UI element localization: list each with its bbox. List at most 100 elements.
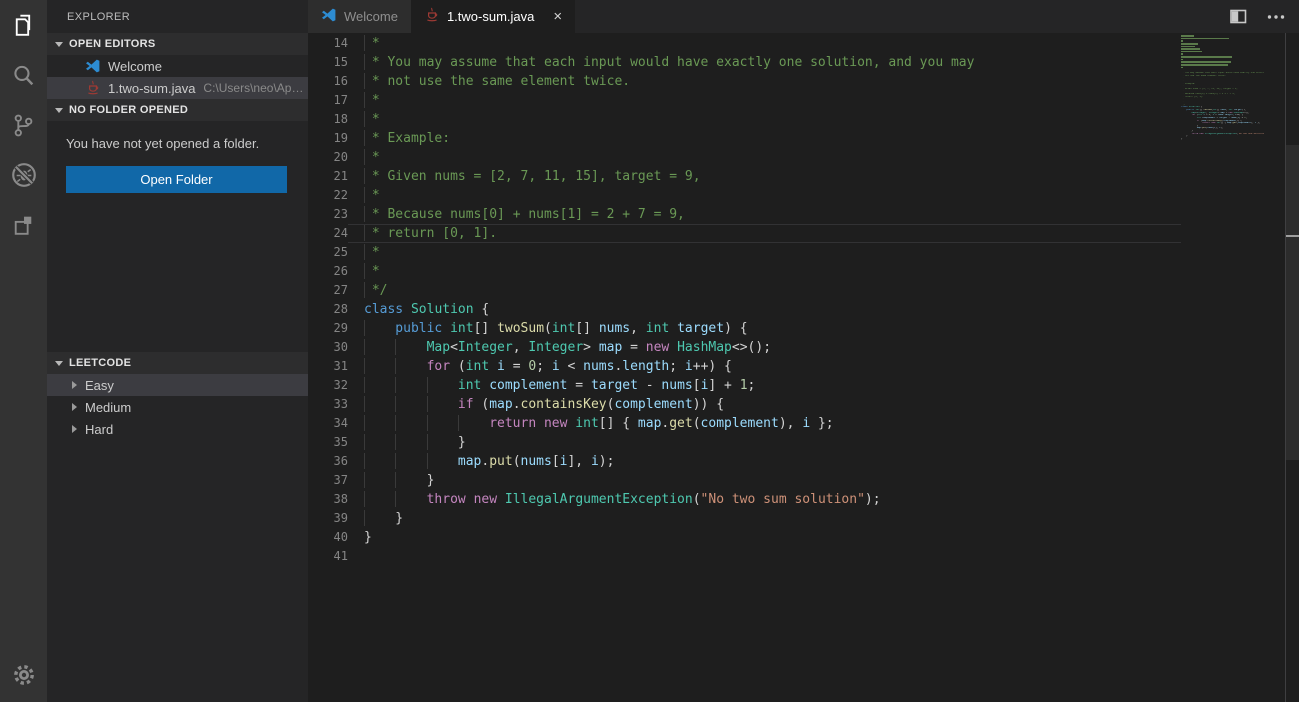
- tab-bar: Welcome 1.two-sum.java ×: [308, 0, 1299, 33]
- line-number: 26: [308, 262, 348, 281]
- tab-label: Welcome: [344, 9, 398, 24]
- line-number: 19: [308, 129, 348, 148]
- minimap-line: [1181, 67, 1183, 69]
- minimap-line: [1181, 64, 1228, 66]
- editor-body: 14*15* You may assume that each input wo…: [308, 33, 1299, 702]
- no-folder-message: You have not yet opened a folder.: [66, 136, 289, 151]
- minimap-line: [1181, 56, 1232, 58]
- line-number: 16: [308, 72, 348, 91]
- chevron-collapsed-icon: [72, 403, 77, 411]
- code-line: 39}: [308, 509, 1181, 528]
- chevron-expanded-icon: [55, 108, 63, 113]
- chevron-collapsed-icon: [72, 425, 77, 433]
- sidebar-title: EXPLORER: [47, 0, 308, 33]
- minimap[interactable]: * * You may assume that each input would…: [1181, 33, 1285, 702]
- open-folder-button[interactable]: Open Folder: [66, 166, 287, 193]
- minimap-line: [1181, 53, 1183, 55]
- leetcode-item-medium[interactable]: Medium: [47, 396, 308, 418]
- minimap-line: [1181, 38, 1229, 40]
- editor-group: Welcome 1.two-sum.java ×: [308, 0, 1299, 702]
- scrollbar-thumb[interactable]: [1286, 145, 1299, 460]
- code-area[interactable]: 14*15* You may assume that each input wo…: [308, 33, 1181, 566]
- section-open-editors-label: OPEN EDITORS: [69, 38, 156, 50]
- code-line: 32int complement = target - nums[i] + 1;: [308, 376, 1181, 395]
- tab-two-sum[interactable]: 1.two-sum.java ×: [411, 0, 575, 33]
- code-line: 19* Example:: [308, 129, 1181, 148]
- code-line: 22*: [308, 186, 1181, 205]
- section-no-folder-opened[interactable]: NO FOLDER OPENED: [47, 99, 308, 121]
- debug-icon[interactable]: [0, 150, 47, 200]
- code-line: 34return new int[] { map.get(complement)…: [308, 414, 1181, 433]
- line-number: 15: [308, 53, 348, 72]
- minimap-line: [1181, 46, 1195, 48]
- vscode-window: EXPLORER OPEN EDITORS Welcome: [0, 0, 1299, 702]
- settings-gear-icon[interactable]: [0, 650, 47, 700]
- code-line: 18*: [308, 110, 1181, 129]
- code-line: 40}: [308, 528, 1181, 547]
- leetcode-item-label: Easy: [85, 378, 114, 393]
- line-number: 18: [308, 110, 348, 129]
- code-line: 28class Solution {: [308, 300, 1181, 319]
- line-number: 17: [308, 91, 348, 110]
- explorer-icon[interactable]: [0, 0, 47, 50]
- vertical-scrollbar[interactable]: [1285, 33, 1299, 702]
- minimap-line: [1181, 141, 1264, 144]
- code-line: 37}: [308, 471, 1181, 490]
- section-leetcode-label: LEETCODE: [69, 357, 131, 369]
- java-file-icon: [424, 7, 440, 26]
- line-number: 22: [308, 186, 348, 205]
- source-control-icon[interactable]: [0, 100, 47, 150]
- minimap-line: [1181, 51, 1202, 53]
- code-line: 23* Because nums[0] + nums[1] = 2 + 7 = …: [308, 205, 1181, 224]
- activity-bar: [0, 0, 47, 702]
- open-editor-item-two-sum[interactable]: 1.two-sum.java C:\Users\neo\AppDa...: [47, 77, 308, 99]
- code-line: 31for (int i = 0; i < nums.length; i++) …: [308, 357, 1181, 376]
- minimap-line: [1181, 43, 1198, 45]
- line-number: 37: [308, 471, 348, 490]
- leetcode-item-label: Medium: [85, 400, 131, 415]
- tab-close-icon[interactable]: ×: [553, 9, 562, 24]
- more-actions-icon[interactable]: [1267, 14, 1285, 20]
- line-number: 39: [308, 509, 348, 528]
- search-icon[interactable]: [0, 50, 47, 100]
- section-no-folder-label: NO FOLDER OPENED: [69, 104, 188, 116]
- split-editor-icon[interactable]: [1230, 9, 1247, 24]
- line-number: 40: [308, 528, 348, 547]
- leetcode-item-easy[interactable]: Easy: [47, 374, 308, 396]
- code-line: 41: [308, 547, 1181, 566]
- line-number: 30: [308, 338, 348, 357]
- line-number: 35: [308, 433, 348, 452]
- line-number: 36: [308, 452, 348, 471]
- line-number: 38: [308, 490, 348, 509]
- open-editor-item-welcome[interactable]: Welcome: [47, 55, 308, 77]
- code-line: 33if (map.containsKey(complement)) {: [308, 395, 1181, 414]
- open-editor-item-label: 1.two-sum.java: [108, 81, 195, 96]
- chevron-expanded-icon: [55, 361, 63, 366]
- code-line: 35}: [308, 433, 1181, 452]
- code-line: 14*: [308, 34, 1181, 53]
- code-line: 16* not use the same element twice.: [308, 72, 1181, 91]
- code-line: 15* You may assume that each input would…: [308, 53, 1181, 72]
- code-line: 24* return [0, 1].: [308, 224, 1181, 243]
- section-leetcode[interactable]: LEETCODE: [47, 352, 308, 374]
- minimap-line: [1181, 40, 1183, 42]
- extensions-icon[interactable]: [0, 200, 47, 250]
- line-number: 21: [308, 167, 348, 186]
- code-line: 27*/: [308, 281, 1181, 300]
- leetcode-item-label: Hard: [85, 422, 113, 437]
- code-line: 36map.put(nums[i], i);: [308, 452, 1181, 471]
- line-number: 24: [308, 224, 348, 243]
- code-line: 30Map<Integer, Integer> map = new HashMa…: [308, 338, 1181, 357]
- minimap-line: throw new IllegalArgumentException("No t…: [1181, 133, 1264, 136]
- minimap-line: [1181, 59, 1183, 61]
- vscode-logo-icon: [85, 58, 101, 74]
- leetcode-item-hard[interactable]: Hard: [47, 418, 308, 440]
- line-number: 28: [308, 300, 348, 319]
- line-number: 32: [308, 376, 348, 395]
- no-folder-body: You have not yet opened a folder. Open F…: [47, 121, 308, 352]
- tab-welcome[interactable]: Welcome: [308, 0, 411, 33]
- code-line: 25*: [308, 243, 1181, 262]
- line-number: 27: [308, 281, 348, 300]
- section-open-editors[interactable]: OPEN EDITORS: [47, 33, 308, 55]
- java-file-icon: [85, 80, 101, 96]
